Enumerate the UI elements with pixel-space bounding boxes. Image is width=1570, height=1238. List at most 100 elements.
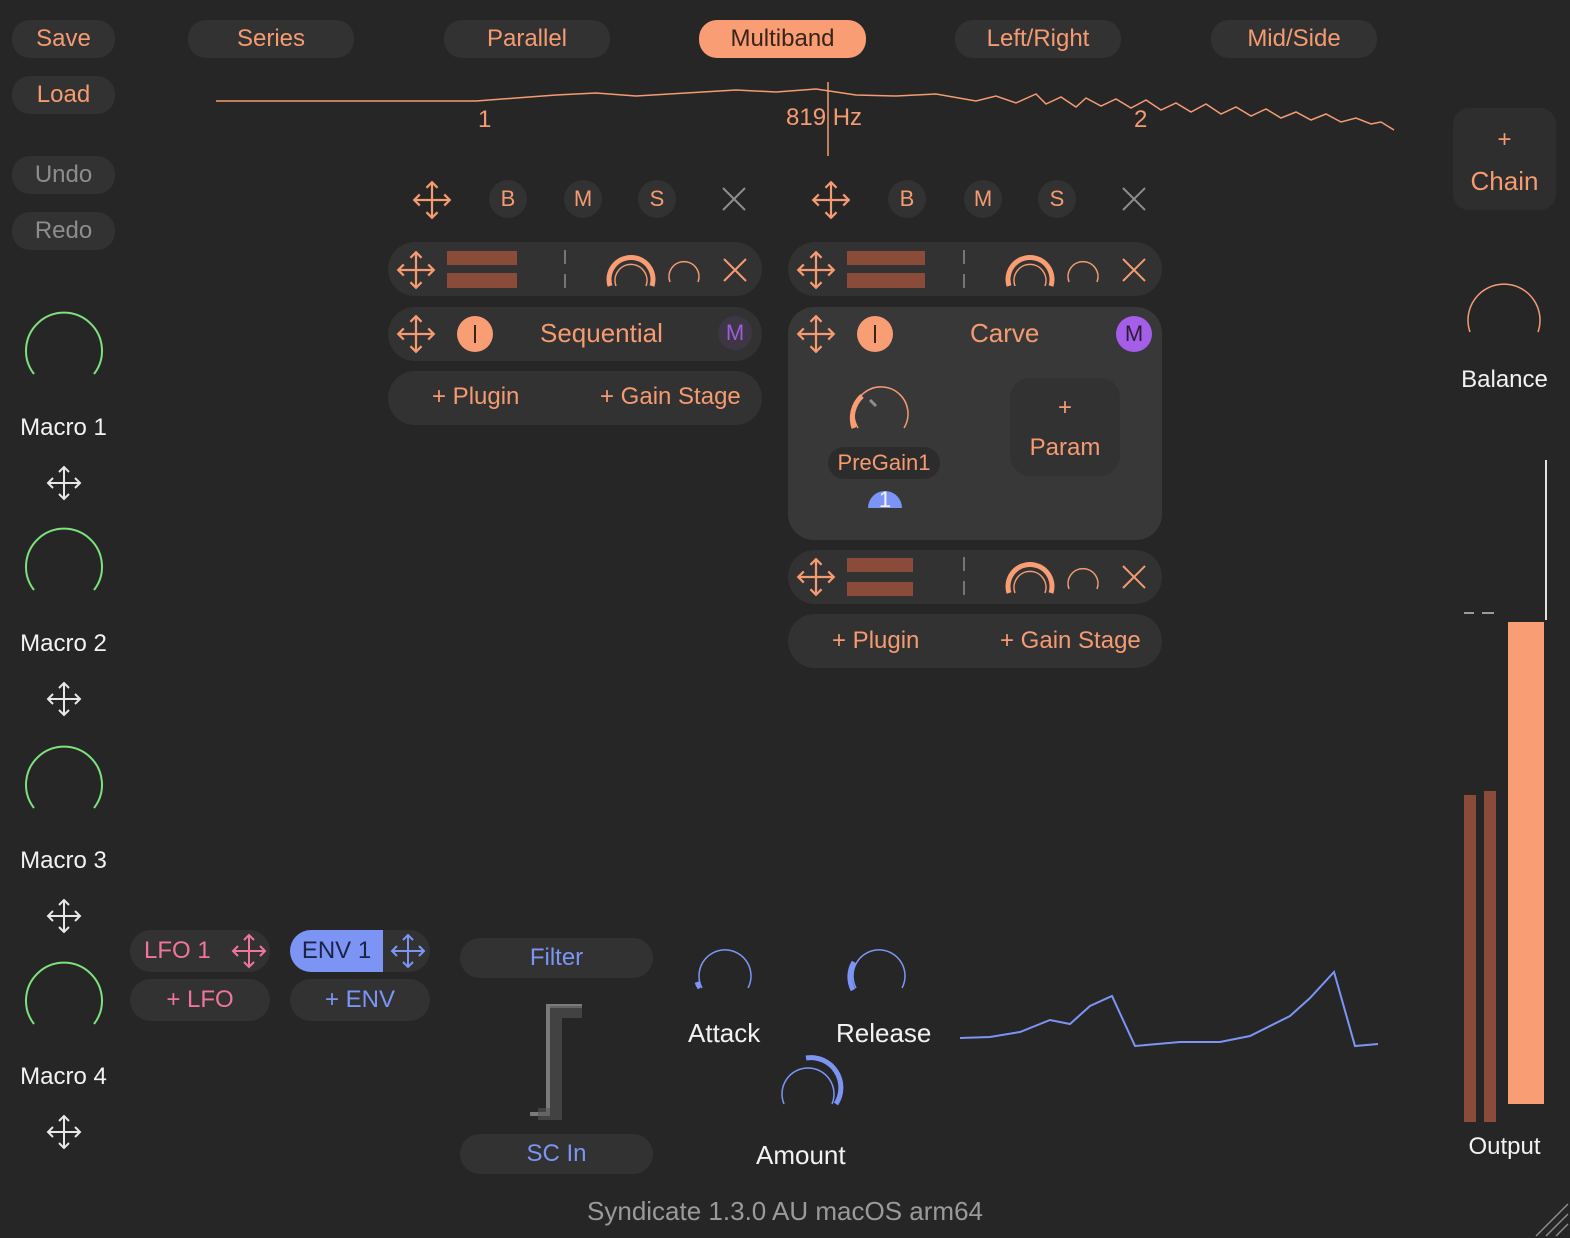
macro-1-drag-icon[interactable] [46, 465, 82, 501]
band-2-number: 2 [1134, 106, 1148, 133]
band-1-chain-name[interactable]: Sequential [540, 318, 663, 349]
band-1-chain-drag-icon[interactable] [396, 314, 436, 354]
add-lfo-button[interactable]: + LFO [130, 979, 270, 1021]
tab-series[interactable]: Series [188, 20, 354, 58]
macro-2-label: Macro 2 [20, 630, 107, 657]
macro-3-label: Macro 3 [20, 847, 107, 874]
resize-handle-icon[interactable] [1528, 1196, 1569, 1237]
macro-3-drag-icon[interactable] [46, 898, 82, 934]
band-2-solo-button[interactable]: S [1038, 180, 1076, 218]
add-param-label: Param [1029, 434, 1101, 461]
env-1-label-chip[interactable]: ENV 1 [290, 930, 383, 972]
undo-button[interactable]: Undo [12, 156, 115, 194]
attack-knob[interactable] [694, 942, 756, 998]
tab-parallel[interactable]: Parallel [444, 20, 610, 58]
band-2-gain-stage-drag-icon[interactable] [796, 250, 836, 290]
tab-multiband[interactable]: Multiband [699, 20, 866, 58]
power-icon [474, 325, 476, 343]
macro-4-drag-icon[interactable] [46, 1114, 82, 1150]
band-2-plugin-name[interactable]: Carve [970, 318, 1039, 349]
load-button[interactable]: Load [12, 76, 115, 114]
envelope-source-slider[interactable] [528, 1002, 584, 1120]
band-2-post-gain-stage-row [788, 550, 1162, 604]
band-2-pan-knob[interactable] [1066, 252, 1100, 284]
band-2-post-gain-drag-icon[interactable] [796, 557, 836, 597]
macro-1-label: Macro 1 [20, 414, 107, 441]
pregain-mod-slot[interactable]: 1 [866, 486, 904, 512]
pregain-knob[interactable] [848, 382, 914, 438]
macro-2-drag-icon[interactable] [46, 681, 82, 717]
band-2-gain-stage-remove-icon[interactable] [1121, 257, 1147, 283]
amount-knob[interactable] [776, 1055, 844, 1112]
band-2-post-pan-knob[interactable] [1066, 559, 1100, 591]
add-chain-label: Chain [1470, 166, 1539, 196]
env-1-label: ENV 1 [301, 937, 372, 964]
band-1-gain-stage-remove-icon[interactable] [722, 257, 748, 283]
macro-4-label: Macro 4 [20, 1063, 107, 1090]
version-label: Syndicate 1.3.0 AU macOS arm64 [587, 1196, 983, 1226]
band-2-gain-divider [963, 250, 965, 288]
attack-label: Attack [688, 1018, 761, 1048]
macro-3-knob[interactable] [22, 740, 106, 814]
power-icon [874, 325, 876, 343]
band-2-post-gain-knob[interactable] [1003, 551, 1057, 595]
band-1-remove-icon[interactable] [721, 186, 747, 212]
band-1-add-plugin-button[interactable]: + Plugin [432, 383, 519, 411]
band-1-solo-button[interactable]: S [638, 180, 676, 218]
band-2-plugin-power-button[interactable] [857, 316, 893, 352]
add-chain-plus: + [1497, 126, 1512, 153]
band-1-gain-meter [447, 251, 517, 288]
band-1-gain-stage-drag-icon[interactable] [396, 250, 436, 290]
release-knob[interactable] [847, 942, 910, 998]
band-2-chain-drag-icon[interactable] [796, 314, 836, 354]
sidechain-input-button[interactable]: SC In [460, 1134, 653, 1174]
band-2-plugin-mod-badge[interactable]: M [1116, 316, 1152, 352]
crossover-frequency[interactable]: 819 Hz [786, 104, 862, 132]
band-2-gain-stage-row [788, 242, 1162, 296]
band-2-add-plugin-button[interactable]: + Plugin [832, 627, 919, 655]
macro-2-knob[interactable] [22, 522, 106, 596]
band-2-gain-meter [847, 251, 925, 288]
output-meter[interactable] [1460, 460, 1556, 1124]
balance-knob[interactable] [1464, 266, 1544, 338]
env-1-drag-icon[interactable] [390, 933, 426, 969]
band-1-bypass-button[interactable]: B [489, 180, 527, 218]
lfo-1-drag-icon[interactable] [231, 933, 267, 969]
save-button[interactable]: Save [12, 20, 115, 58]
band-1-drag-icon[interactable] [412, 180, 452, 220]
amount-label: Amount [756, 1140, 846, 1170]
pregain-mod-index: 1 [878, 487, 892, 512]
band-2-remove-icon[interactable] [1121, 186, 1147, 212]
band-1-number: 1 [478, 106, 492, 133]
band-1-gain-knob[interactable] [604, 244, 658, 288]
band-1-gain-divider [564, 250, 566, 288]
pregain-param-label[interactable]: PreGain1 [828, 447, 940, 479]
redo-button[interactable]: Redo [12, 212, 115, 250]
band-1-chain-mod-badge[interactable]: M [718, 316, 752, 350]
balance-label: Balance [1461, 366, 1548, 393]
filter-button[interactable]: Filter [460, 938, 653, 978]
band-2-mute-button[interactable]: M [964, 180, 1002, 218]
band-2-post-gain-meter [847, 558, 913, 596]
band-2-post-gain-remove-icon[interactable] [1121, 564, 1147, 590]
band-1-mute-button[interactable]: M [564, 180, 602, 218]
tab-mid-side[interactable]: Mid/Side [1211, 20, 1377, 58]
add-env-button[interactable]: + ENV [290, 979, 430, 1021]
band-1-pan-knob[interactable] [667, 252, 701, 284]
band-2-gain-knob[interactable] [1003, 244, 1057, 288]
add-param-plus: + [1057, 394, 1072, 421]
macro-4-knob[interactable] [22, 956, 106, 1030]
lfo-1-label: LFO 1 [144, 937, 211, 964]
macro-1-knob[interactable] [22, 306, 106, 380]
envelope-display [959, 970, 1379, 1048]
tab-left-right[interactable]: Left/Right [955, 20, 1121, 58]
band-2-add-gain-stage-button[interactable]: + Gain Stage [1000, 627, 1141, 655]
band-2-bypass-button[interactable]: B [888, 180, 926, 218]
band-2-post-gain-divider [963, 557, 965, 595]
band-1-add-gain-stage-button[interactable]: + Gain Stage [600, 383, 741, 411]
release-label: Release [836, 1018, 932, 1048]
band-1-chain-power-button[interactable] [457, 316, 493, 352]
band-1-gain-stage-row [388, 242, 762, 296]
band-2-drag-icon[interactable] [811, 180, 851, 220]
output-label: Output [1468, 1133, 1541, 1160]
